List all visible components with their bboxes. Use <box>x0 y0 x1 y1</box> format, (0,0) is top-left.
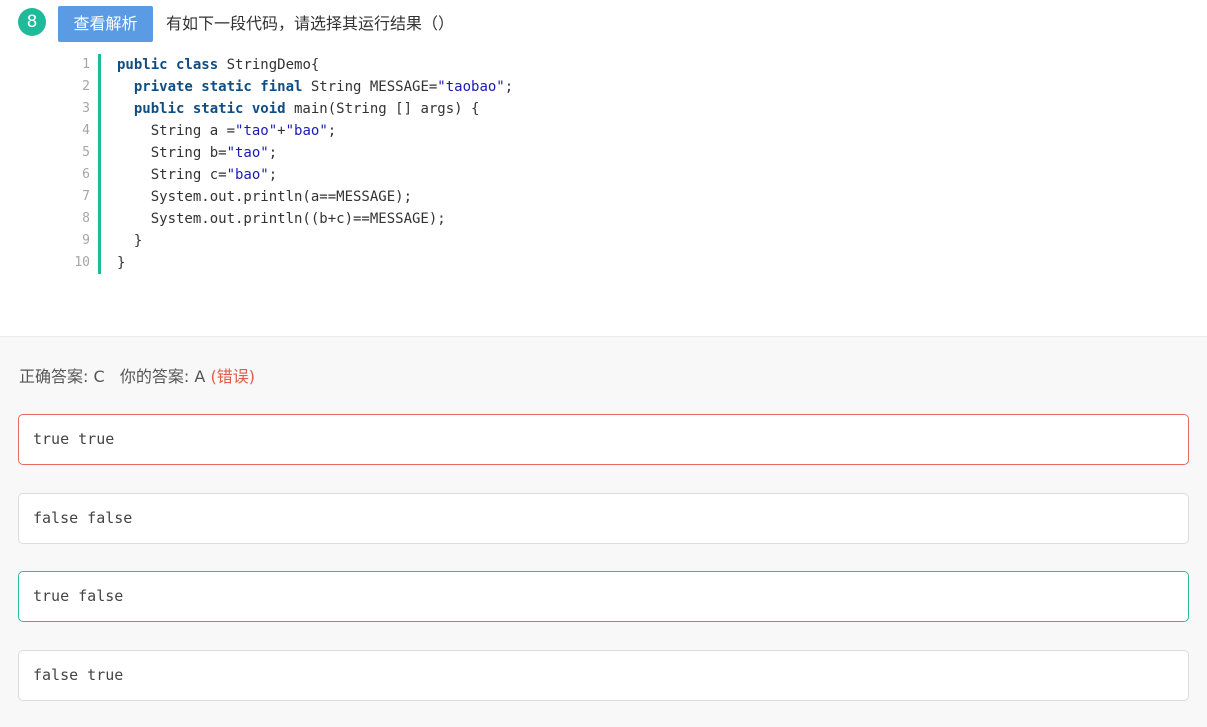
question-area: 8 查看解析 有如下一段代码，请选择其运行结果（） 1 2 3 4 5 6 7 8 9 10 pu… <box>0 0 1207 336</box>
code-token: String b= <box>117 145 227 161</box>
code-token: ; <box>268 167 278 183</box>
line-number: 9 <box>82 233 90 248</box>
code-line: private static final String MESSAGE="tao… <box>117 76 513 98</box>
code-token: main(String [] args) { <box>285 101 480 117</box>
code-block: 1 2 3 4 5 6 7 8 9 10 public class StringDemo{ pri… <box>60 54 680 274</box>
line-number: 4 <box>82 123 90 138</box>
option-a[interactable]: true true <box>18 414 1189 465</box>
code-token: public class <box>117 57 219 73</box>
code-token: String a = <box>117 123 236 139</box>
option-c[interactable]: true false <box>18 571 1189 622</box>
line-number: 10 <box>74 255 90 270</box>
correct-answer-label: 正确答案: C <box>19 367 105 386</box>
code-line: System.out.println((b+c)==MESSAGE); <box>117 208 513 230</box>
code-token: ; <box>504 79 514 95</box>
view-analysis-button[interactable]: 查看解析 <box>58 6 153 42</box>
code-line: } <box>117 252 513 274</box>
your-answer-label: 你的答案: A <box>119 367 206 386</box>
code-token: private static final <box>133 79 303 95</box>
code-line: System.out.println(a==MESSAGE); <box>117 186 513 208</box>
code-line: String a ="tao"+"bao"; <box>117 120 513 142</box>
code-token: "tao" <box>235 123 278 139</box>
question-header: 8 查看解析 有如下一段代码，请选择其运行结果（） <box>18 6 454 42</box>
code-token: "taobao" <box>437 79 505 95</box>
code-line: public static void main(String [] args) … <box>117 98 513 120</box>
answer-result-badge: (错误) <box>210 367 255 386</box>
code-token: StringDemo{ <box>218 57 320 73</box>
question-number-badge: 8 <box>18 8 46 36</box>
line-number: 7 <box>82 189 90 204</box>
code-token: System.out.println(a==MESSAGE); <box>117 189 413 205</box>
answer-area: 正确答案: C 你的答案: A (错误) true true false fal… <box>0 336 1207 727</box>
line-numbers: 1 2 3 4 5 6 7 8 9 10 <box>60 54 90 274</box>
code-lines: public class StringDemo{ private static … <box>117 54 513 274</box>
option-b[interactable]: false false <box>18 493 1189 544</box>
line-number: 6 <box>82 167 90 182</box>
code-token: System.out.println((b+c)==MESSAGE); <box>117 211 446 227</box>
code-token: "bao" <box>226 167 269 183</box>
code-line: String b="tao"; <box>117 142 513 164</box>
code-token: "bao" <box>285 123 328 139</box>
code-line: public class StringDemo{ <box>117 54 513 76</box>
line-number: 5 <box>82 145 90 160</box>
code-token: } <box>117 233 143 249</box>
code-token: "tao" <box>226 145 269 161</box>
code-token: ; <box>268 145 278 161</box>
code-line: } <box>117 230 513 252</box>
code-token: } <box>117 255 126 271</box>
code-line: String c="bao"; <box>117 164 513 186</box>
line-number: 8 <box>82 211 90 226</box>
code-accent-bar <box>98 54 101 274</box>
code-token: String MESSAGE= <box>302 79 438 95</box>
page: 8 查看解析 有如下一段代码，请选择其运行结果（） 1 2 3 4 5 6 7 8 9 10 pu… <box>0 0 1207 727</box>
code-token: ; <box>327 123 337 139</box>
code-token: String c= <box>117 167 227 183</box>
line-number: 3 <box>82 101 90 116</box>
line-number: 1 <box>82 57 90 72</box>
code-token: + <box>277 123 286 139</box>
code-token: public static void <box>133 101 286 117</box>
answer-summary: 正确答案: C 你的答案: A (错误) <box>19 363 255 387</box>
option-d[interactable]: false true <box>18 650 1189 701</box>
line-number: 2 <box>82 79 90 94</box>
question-text: 有如下一段代码，请选择其运行结果（） <box>166 14 455 33</box>
